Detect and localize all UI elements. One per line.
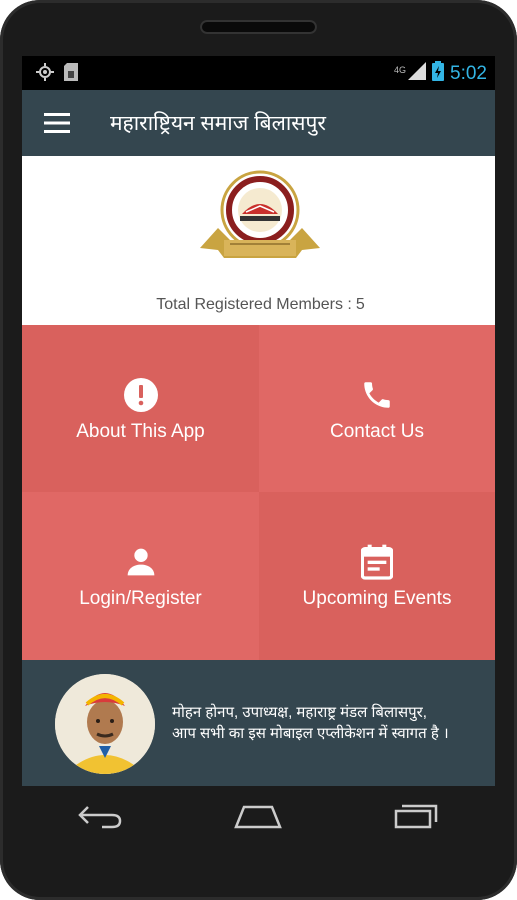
about-app-tile[interactable]: About This App bbox=[22, 325, 259, 492]
phone-frame: 4G 5:02 महाराष्ट्रियन समाज बिलासपुर Tota… bbox=[0, 0, 517, 900]
members-count-text: Total Registered Members :5 bbox=[22, 296, 495, 314]
hamburger-menu-icon[interactable] bbox=[22, 90, 92, 156]
contact-us-tile[interactable]: Contact Us bbox=[259, 325, 495, 492]
device-screen: 4G 5:02 महाराष्ट्रियन समाज बिलासपुर Tota… bbox=[22, 56, 495, 786]
login-register-tile[interactable]: Login/Register bbox=[22, 492, 259, 660]
status-bar: 4G 5:02 bbox=[22, 56, 495, 90]
login-register-label: Login/Register bbox=[79, 588, 202, 609]
recent-apps-icon[interactable] bbox=[376, 796, 456, 836]
battery-charging-icon bbox=[432, 61, 445, 86]
profile-photo bbox=[55, 674, 155, 774]
signal-icon bbox=[408, 62, 427, 85]
upcoming-events-tile[interactable]: Upcoming Events bbox=[259, 492, 495, 660]
menu-grid: About This App Contact Us Login/Register… bbox=[22, 325, 495, 660]
welcome-line-2: आप सभी का इस मोबाइल एप्लीकेशन में स्वागत… bbox=[172, 725, 449, 742]
person-icon bbox=[125, 542, 157, 582]
welcome-line-1: मोहन होनप, उपाध्यक्ष, महाराष्ट्र मंडल बि… bbox=[172, 704, 427, 721]
header-panel: Total Registered Members :5 bbox=[22, 156, 495, 325]
earpiece-speaker bbox=[200, 20, 317, 34]
phone-icon bbox=[360, 375, 394, 415]
welcome-message: मोहन होनप, उपाध्यक्ष, महाराष्ट्र मंडल बि… bbox=[172, 702, 492, 744]
alert-circle-icon bbox=[123, 375, 159, 415]
calendar-icon bbox=[361, 542, 393, 582]
members-label: Total Registered Members : bbox=[156, 296, 352, 313]
members-count: 5 bbox=[355, 296, 365, 313]
sd-card-icon bbox=[64, 63, 78, 86]
navigation-bar bbox=[22, 786, 495, 846]
organization-emblem-logo bbox=[200, 168, 320, 268]
back-icon[interactable] bbox=[61, 796, 141, 836]
contact-us-label: Contact Us bbox=[330, 420, 424, 442]
welcome-footer: मोहन होनप, उपाध्यक्ष, महाराष्ट्र मंडल बि… bbox=[22, 660, 495, 786]
app-bar: महाराष्ट्रियन समाज बिलासपुर bbox=[22, 90, 495, 156]
network-type: 4G bbox=[394, 64, 407, 75]
upcoming-events-label: Upcoming Events bbox=[302, 588, 452, 609]
app-title: महाराष्ट्रियन समाज बिलासपुर bbox=[110, 112, 326, 135]
gps-icon bbox=[36, 63, 54, 86]
clock: 5:02 bbox=[450, 62, 487, 84]
home-icon[interactable] bbox=[218, 796, 298, 836]
about-app-label: About This App bbox=[76, 420, 205, 442]
